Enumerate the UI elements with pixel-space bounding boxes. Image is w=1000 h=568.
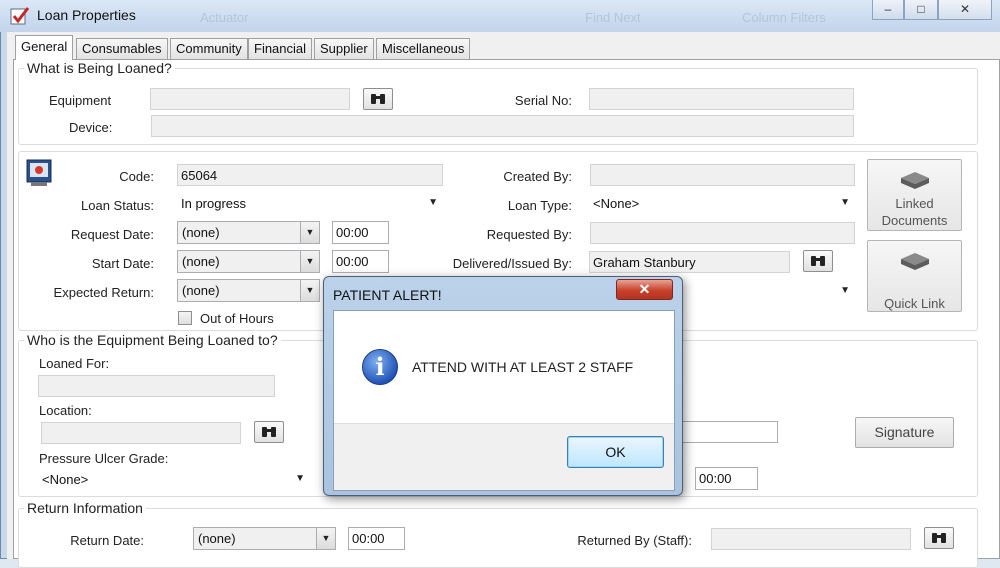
out-of-hours-label: Out of Hours [200, 311, 274, 326]
location-label: Location: [39, 403, 92, 418]
ok-button[interactable]: OK [567, 436, 664, 468]
loan-status-value: In progress [181, 196, 247, 211]
loaned-to-field[interactable] [675, 421, 778, 443]
return-time-field[interactable]: 00:00 [348, 527, 405, 550]
out-of-hours-checkbox[interactable] [178, 311, 192, 325]
start-time-field[interactable]: 00:00 [332, 250, 389, 273]
expected-return-value: (none) [182, 283, 220, 298]
dropdown-arrow-icon: ▼ [840, 285, 850, 296]
loan-type-combo[interactable]: <None> ▼ [589, 192, 855, 215]
delivered-by-field[interactable]: Graham Stanbury [589, 251, 790, 273]
linked-documents-button[interactable]: Linked Documents [867, 159, 962, 231]
minimize-button[interactable]: – [872, 0, 904, 20]
dropdown-arrow-icon: ▼ [295, 473, 305, 484]
equipment-search-button[interactable] [363, 88, 393, 110]
request-date-value: (none) [182, 225, 220, 240]
pressure-ulcer-label: Pressure Ulcer Grade: [39, 451, 169, 466]
binoculars-icon [371, 94, 385, 104]
linked-documents-label: Linked Documents [881, 196, 948, 228]
dropdown-arrow-icon[interactable]: ▼ [300, 251, 319, 272]
patient-alert-dialog[interactable]: PATIENT ALERT! ✕ i ATTEND WITH AT LEAST … [323, 276, 683, 496]
request-date-picker[interactable]: (none) ▼ [177, 221, 320, 244]
pressure-ulcer-value: <None> [42, 472, 89, 487]
request-time-field[interactable]: 00:00 [332, 221, 389, 244]
binoculars-icon [262, 427, 276, 437]
equipment-field[interactable] [150, 88, 350, 110]
quick-link-button[interactable]: Quick Link [867, 240, 962, 312]
delivered-by-search-button[interactable] [803, 250, 833, 272]
quick-link-label: Quick Link [884, 296, 945, 311]
window-title: Loan Properties [37, 7, 136, 23]
returned-by-search-button[interactable] [924, 527, 954, 549]
device-field[interactable] [151, 115, 854, 137]
tab-financial[interactable]: Financial [248, 38, 313, 59]
tab-consumables[interactable]: Consumables [76, 38, 168, 59]
what-loaned-title: What is Being Loaned? [24, 60, 175, 76]
expected-return-label: Expected Return: [53, 285, 154, 300]
signature-button[interactable]: Signature [855, 417, 954, 448]
delivered-by-label: Delivered/Issued By: [452, 256, 572, 271]
loan-status-combo[interactable]: In progress ▼ [177, 192, 443, 215]
loan-status-label: Loan Status: [81, 198, 154, 213]
background-toolbar-item: Actuator [200, 10, 249, 25]
maximize-button[interactable]: □ [904, 0, 938, 20]
request-date-label: Request Date: [70, 227, 154, 242]
pressure-ulcer-combo[interactable]: <None> ▼ [38, 468, 310, 491]
window-close-button[interactable]: ✕ [938, 0, 992, 20]
location-field[interactable] [41, 422, 241, 444]
loan-device-icon [26, 159, 52, 186]
loan-type-value: <None> [593, 196, 640, 211]
binoculars-icon [932, 533, 946, 543]
returned-by-label: Returned By (Staff): [577, 533, 692, 548]
binoculars-icon [811, 256, 825, 266]
serial-no-label: Serial No: [514, 93, 572, 108]
equipment-label: Equipment [49, 93, 112, 108]
dropdown-arrow-icon: ▼ [428, 197, 438, 208]
loaned-to-title: Who is the Equipment Being Loaned to? [24, 332, 281, 348]
app-checkmark-icon [10, 7, 30, 25]
code-label: Code: [119, 169, 154, 184]
created-by-field[interactable] [590, 164, 855, 186]
start-date-value: (none) [182, 254, 220, 269]
tab-miscellaneous[interactable]: Miscellaneous [376, 38, 471, 59]
loaned-time-field[interactable]: 00:00 [695, 467, 758, 490]
return-date-value: (none) [198, 531, 236, 546]
background-toolbar-item: Find Next [585, 10, 641, 25]
return-info-title: Return Information [24, 500, 146, 516]
info-icon: i [362, 349, 398, 385]
start-date-picker[interactable]: (none) ▼ [177, 250, 320, 273]
title-bar[interactable]: Loan Properties Actuator Find Next Colum… [0, 0, 1000, 32]
book-icon [900, 172, 929, 189]
tab-community[interactable]: Community [170, 38, 248, 59]
device-label: Device: [69, 120, 113, 135]
code-field[interactable]: 65064 [177, 164, 443, 186]
created-by-label: Created By: [503, 169, 572, 184]
dialog-close-button[interactable]: ✕ [616, 279, 673, 300]
loaned-for-field[interactable] [38, 375, 275, 397]
requested-by-field[interactable] [590, 222, 855, 244]
dropdown-arrow-icon[interactable]: ▼ [316, 528, 335, 549]
return-date-label: Return Date: [70, 533, 144, 548]
tab-general[interactable]: General [15, 35, 74, 60]
dropdown-arrow-icon[interactable]: ▼ [300, 222, 319, 243]
start-date-label: Start Date: [91, 256, 154, 271]
dropdown-arrow-icon[interactable]: ▼ [300, 280, 319, 301]
return-date-picker[interactable]: (none) ▼ [193, 527, 336, 550]
dialog-title: PATIENT ALERT! [333, 287, 442, 303]
dialog-footer: OK [334, 423, 674, 490]
serial-no-field[interactable] [589, 88, 854, 110]
tab-supplier[interactable]: Supplier [314, 38, 374, 59]
alert-message: ATTEND WITH AT LEAST 2 STAFF [412, 359, 634, 375]
dropdown-arrow-icon: ▼ [840, 197, 850, 208]
team-combo[interactable]: ▼ [665, 280, 855, 303]
book-icon [900, 253, 929, 270]
background-toolbar-item: Column Filters [742, 10, 826, 25]
requested-by-label: Requested By: [486, 227, 572, 242]
loaned-for-label: Loaned For: [39, 356, 110, 371]
returned-by-field[interactable] [711, 528, 911, 550]
loan-type-label: Loan Type: [507, 198, 572, 213]
expected-return-picker[interactable]: (none) ▼ [177, 279, 320, 302]
dialog-body: i ATTEND WITH AT LEAST 2 STAFF OK [333, 310, 675, 491]
location-search-button[interactable] [254, 421, 284, 443]
